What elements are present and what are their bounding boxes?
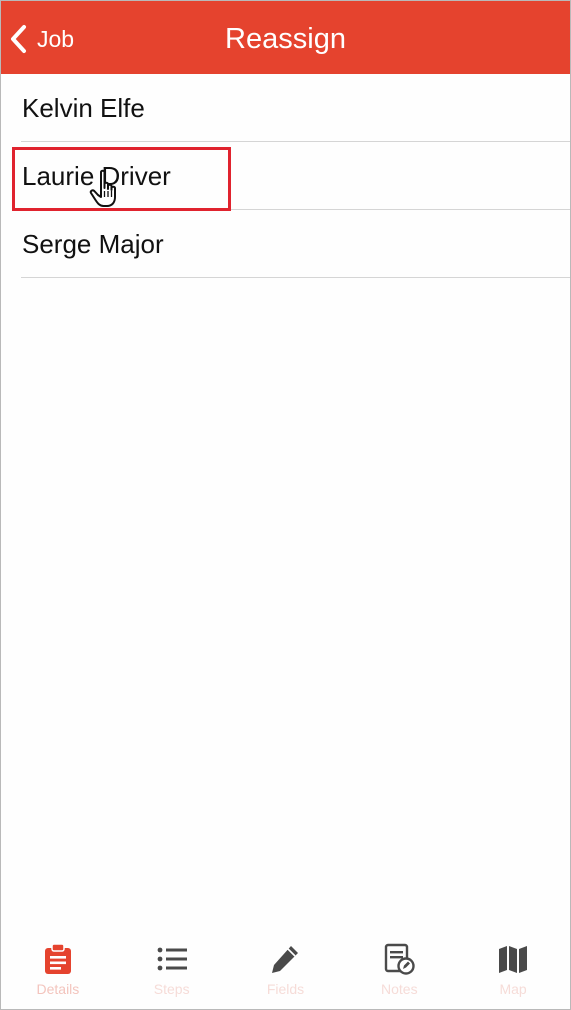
page-title: Reassign [225,23,346,55]
tab-details[interactable]: Details [1,931,115,1009]
clipboard-icon [44,943,71,974]
tab-notes[interactable]: Notes [342,931,456,1009]
tab-map-label: Map [499,981,527,997]
tab-fields[interactable]: Fields [229,931,343,1009]
navigation-bar: Job Reassign [1,1,570,74]
assignee-name: Serge Major [22,229,164,259]
map-icon [499,946,528,973]
assignee-row-serge-major[interactable]: Serge Major [21,210,570,278]
tab-steps[interactable]: Steps [115,931,229,1009]
pencil-icon [272,946,299,973]
hand-pointer-icon [89,169,116,207]
tab-details-label: Details [36,981,80,997]
tab-steps-label: Steps [153,981,190,997]
list-icon [157,947,187,971]
assignee-name: Kelvin Elfe [22,93,145,123]
app-screen: Job Reassign Kelvin Elfe Laurie Driver S… [0,0,571,1010]
note-edit-icon [385,943,415,975]
tab-bar: Details Steps Fields Notes Map [1,931,570,1009]
tab-fields-label: Fields [266,981,305,997]
tab-map[interactable]: Map [456,931,570,1009]
assignee-row-kelvin-elfe[interactable]: Kelvin Elfe [21,74,570,142]
assignee-list: Kelvin Elfe Laurie Driver Serge Major [1,74,570,278]
tab-notes-label: Notes [381,981,418,997]
